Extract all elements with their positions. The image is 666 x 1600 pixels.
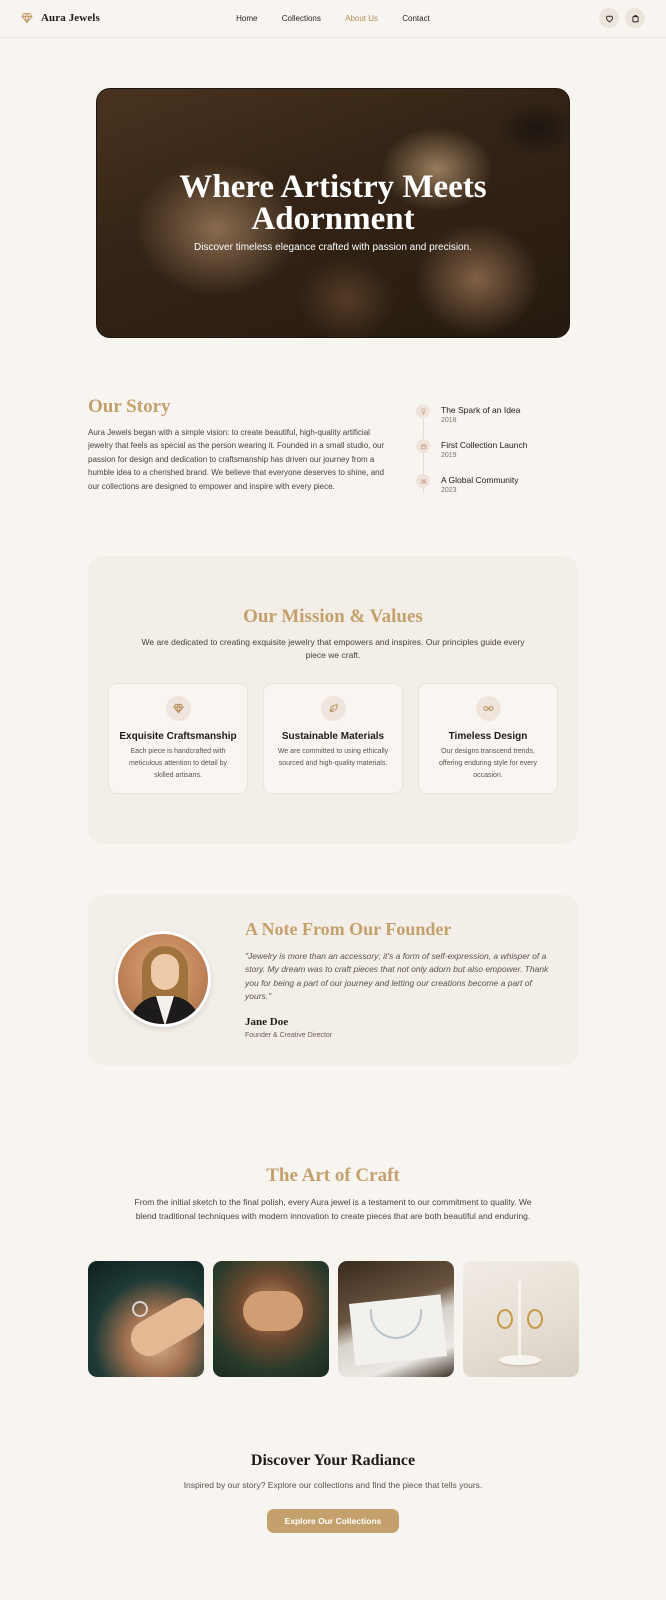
value-card-text: Our designs transcend trends, offering e… [439, 748, 537, 779]
wishlist-button[interactable] [599, 8, 619, 28]
cart-button[interactable] [625, 8, 645, 28]
founder-title: A Note From Our Founder [245, 919, 452, 939]
timeline-year: 2023 [441, 487, 457, 494]
timeline-year: 2018 [441, 417, 457, 424]
nav-link-contact[interactable]: Contact [402, 14, 430, 23]
timeline-item: The Spark of an Idea 2018 [416, 404, 520, 426]
craft-photo-artisan [213, 1261, 329, 1377]
explore-collections-button[interactable]: Explore Our Collections [267, 1509, 399, 1533]
story-text: Aura Jewels began with a simple vision: … [88, 428, 385, 491]
timeline-year: 2019 [441, 452, 457, 459]
nav-link-collections[interactable]: Collections [282, 14, 321, 23]
shopping-bag-icon [631, 14, 639, 22]
value-card: Timeless Design Our designs transcend tr… [418, 683, 558, 794]
founder-name: Jane Doe [245, 1016, 289, 1028]
value-card-title: Exquisite Craftsmanship [119, 731, 237, 742]
hero-title-line-1: Where Artistry Meets [179, 169, 487, 205]
craft-photo-sketch [338, 1261, 454, 1377]
craft-photo-earrings [463, 1261, 579, 1377]
lightbulb-icon [416, 404, 430, 418]
value-card: Exquisite Craftsmanship Each piece is ha… [108, 683, 248, 794]
craft-photo-ring [88, 1261, 204, 1377]
nav-links: Home Collections About Us Contact [0, 14, 666, 23]
value-card-title: Sustainable Materials [281, 731, 385, 742]
heart-icon [605, 15, 613, 22]
users-icon [416, 474, 430, 488]
founder-role: Founder & Creative Director [245, 1032, 333, 1039]
timeline-item: First Collection Launch 2019 [416, 439, 527, 461]
timeline-item: A Global Community 2023 [416, 474, 518, 496]
leaf-icon [321, 696, 346, 721]
mission-section: Our Mission & Values We are dedicated to… [88, 556, 578, 844]
timeline-title: A Global Community [441, 475, 519, 485]
hero-subtitle: Discover timeless elegance crafted with … [194, 242, 472, 253]
nav-link-home[interactable]: Home [236, 14, 257, 23]
nav-actions [599, 8, 645, 28]
mission-subtitle: We are dedicated to creating exquisite j… [141, 637, 525, 660]
value-card: Sustainable Materials We are committed t… [263, 683, 403, 794]
box-icon [416, 439, 430, 453]
hero-title: Where Artistry Meets Adornment [97, 169, 569, 237]
hero-title-line-2: Adornment [251, 201, 415, 237]
value-card-text: Each piece is handcrafted with meticulou… [128, 748, 228, 779]
infinity-icon [476, 696, 501, 721]
craft-title: The Art of Craft [266, 1165, 400, 1186]
founder-section: A Note From Our Founder "Jewelry is more… [88, 895, 578, 1065]
founder-quote: "Jewelry is more than an accessory; it's… [245, 951, 549, 1002]
top-navigation: Aura Jewels Home Collections About Us Co… [0, 0, 666, 38]
founder-avatar [115, 931, 211, 1027]
value-card-title: Timeless Design [448, 731, 528, 742]
value-card-text: We are committed to using ethically sour… [277, 748, 389, 767]
cta-title: Discover Your Radiance [250, 1452, 416, 1469]
mission-title: Our Mission & Values [243, 606, 423, 627]
hero-banner: Where Artistry Meets Adornment Discover … [96, 88, 570, 338]
craft-subtitle: From the initial sketch to the final pol… [134, 1197, 532, 1221]
nav-link-about-us[interactable]: About Us [345, 14, 378, 23]
timeline-title: First Collection Launch [441, 440, 528, 450]
cta-subtitle: Inspired by our story? Explore our colle… [183, 1480, 483, 1490]
timeline-title: The Spark of an Idea [441, 405, 521, 415]
story-title: Our Story [88, 396, 171, 417]
diamond-icon [166, 696, 191, 721]
